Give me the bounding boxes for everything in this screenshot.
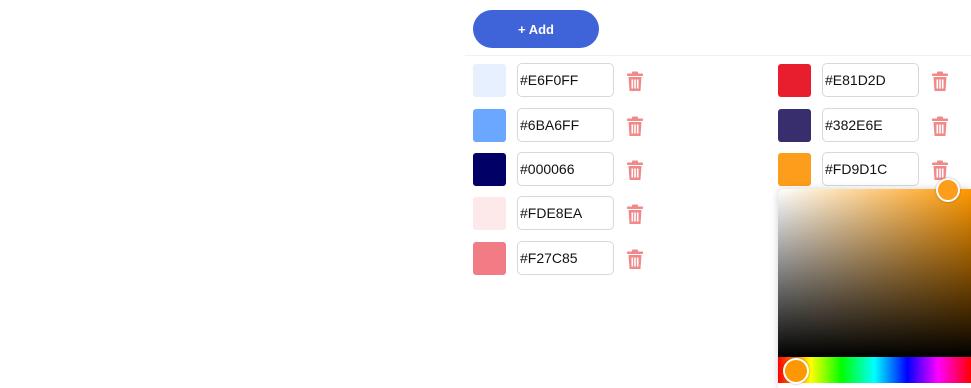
trash-icon[interactable] bbox=[931, 71, 949, 92]
hex-input[interactable] bbox=[517, 241, 614, 275]
color-swatch[interactable] bbox=[473, 242, 506, 275]
color-swatch[interactable] bbox=[778, 153, 811, 186]
color-row bbox=[473, 63, 649, 97]
color-row bbox=[473, 196, 649, 230]
trash-icon[interactable] bbox=[931, 116, 949, 137]
trash-icon[interactable] bbox=[626, 204, 644, 225]
hex-input[interactable] bbox=[517, 196, 614, 230]
saturation-handle[interactable] bbox=[936, 178, 960, 202]
color-row bbox=[778, 63, 954, 97]
color-swatch[interactable] bbox=[778, 64, 811, 97]
hex-input[interactable] bbox=[822, 108, 919, 142]
color-picker-popover bbox=[778, 189, 971, 388]
hex-input[interactable] bbox=[517, 108, 614, 142]
trash-icon[interactable] bbox=[626, 116, 644, 137]
color-row bbox=[473, 108, 649, 142]
hex-input[interactable] bbox=[822, 152, 919, 186]
hex-input[interactable] bbox=[822, 63, 919, 97]
add-color-button[interactable]: + Add bbox=[473, 10, 599, 48]
trash-icon[interactable] bbox=[626, 249, 644, 270]
trash-icon[interactable] bbox=[626, 160, 644, 181]
color-row bbox=[473, 152, 649, 186]
hex-input[interactable] bbox=[517, 152, 614, 186]
saturation-brightness-area[interactable] bbox=[778, 189, 971, 357]
color-row bbox=[778, 108, 954, 142]
color-row bbox=[778, 152, 954, 186]
color-swatch[interactable] bbox=[473, 197, 506, 230]
color-swatch[interactable] bbox=[473, 109, 506, 142]
trash-icon[interactable] bbox=[626, 71, 644, 92]
color-swatch[interactable] bbox=[778, 109, 811, 142]
color-swatch[interactable] bbox=[473, 153, 506, 186]
color-swatch[interactable] bbox=[473, 64, 506, 97]
hex-input[interactable] bbox=[517, 63, 614, 97]
hue-slider-handle[interactable] bbox=[783, 358, 809, 384]
color-row bbox=[473, 241, 649, 275]
